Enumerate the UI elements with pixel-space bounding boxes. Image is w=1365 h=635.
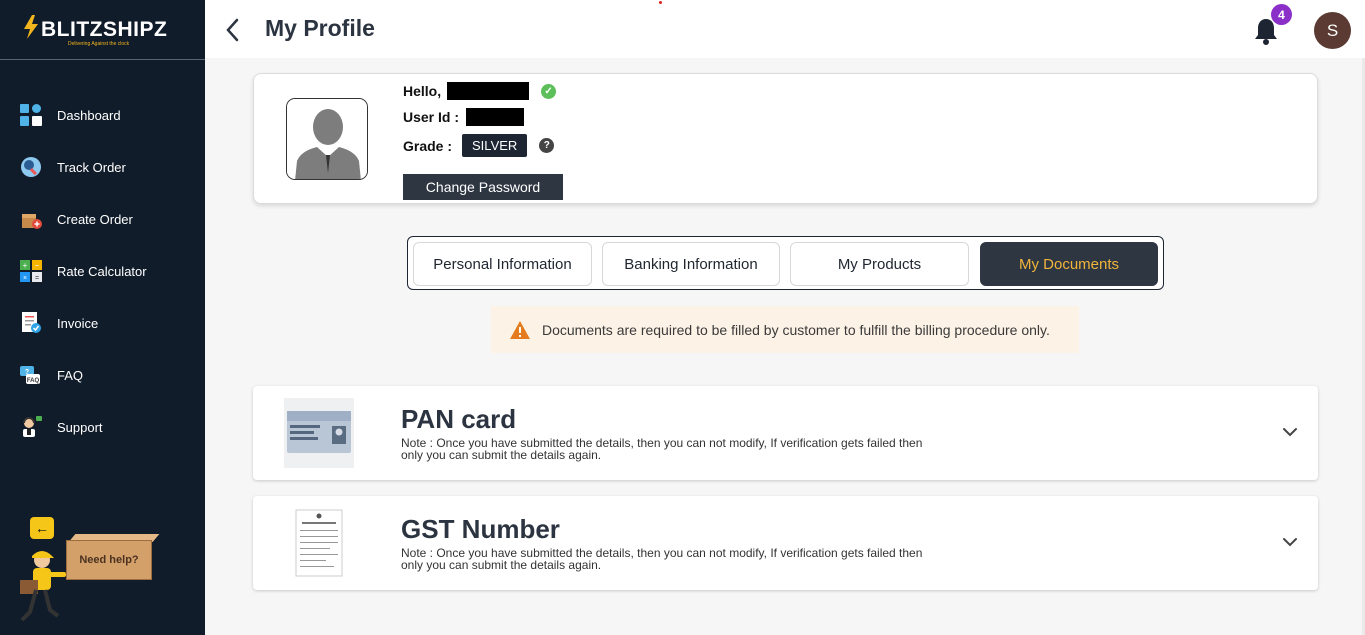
document-note: Note : Once you have submitted the detai… bbox=[401, 436, 923, 462]
document-title: PAN card bbox=[401, 404, 517, 434]
sidebar-item-label: Create Order bbox=[57, 211, 133, 227]
document-title: GST Number bbox=[401, 514, 560, 544]
indicator-dot bbox=[659, 1, 662, 4]
sidebar-item-label: Support bbox=[57, 419, 103, 435]
sidebar-item-support[interactable]: Support bbox=[0, 401, 205, 453]
faq-icon: ? FAQ bbox=[20, 364, 42, 386]
courier-mascot-icon bbox=[20, 551, 66, 622]
gst-number-accordion[interactable]: GST Number Note : Once you have submitte… bbox=[253, 496, 1318, 590]
warning-icon bbox=[510, 320, 530, 339]
user-avatar[interactable]: S bbox=[1314, 12, 1351, 49]
page-title: My Profile bbox=[265, 15, 375, 41]
invoice-icon bbox=[20, 312, 42, 334]
sidebar-nav: Dashboard Track Order Create Order + − × = … bbox=[0, 89, 205, 453]
bolt-logo-icon bbox=[22, 14, 40, 45]
tab-personal-information[interactable]: Personal Information bbox=[413, 242, 592, 286]
chevron-down-icon[interactable] bbox=[1280, 534, 1300, 550]
tab-my-products[interactable]: My Products bbox=[790, 242, 969, 286]
svg-text:=: = bbox=[35, 275, 39, 282]
sidebar-item-faq[interactable]: ? FAQ FAQ bbox=[0, 349, 205, 401]
chevron-down-icon[interactable] bbox=[1280, 424, 1300, 440]
track-order-icon bbox=[20, 156, 42, 178]
create-order-icon bbox=[20, 208, 42, 230]
tab-banking-information[interactable]: Banking Information bbox=[602, 242, 780, 286]
alert-text: Documents are required to be filled by c… bbox=[542, 321, 1050, 338]
user-silhouette-icon bbox=[287, 99, 367, 179]
dashboard-icon bbox=[20, 104, 42, 126]
tab-my-documents[interactable]: My Documents bbox=[980, 242, 1158, 286]
sidebar-item-label: Track Order bbox=[57, 159, 126, 175]
hello-label: Hello, bbox=[403, 83, 442, 99]
profile-photo[interactable] bbox=[286, 98, 368, 180]
collapse-sidebar-button[interactable]: ← bbox=[30, 517, 54, 539]
sidebar-item-invoice[interactable]: Invoice bbox=[0, 297, 205, 349]
user-id-row: User Id : bbox=[403, 108, 525, 126]
document-note: Note : Once you have submitted the detai… bbox=[401, 546, 923, 572]
sidebar-item-label: Rate Calculator bbox=[57, 263, 147, 279]
grade-help-icon[interactable]: ? bbox=[539, 138, 555, 153]
support-icon bbox=[20, 416, 42, 438]
gst-certificate-thumbnail-icon bbox=[284, 508, 354, 578]
sidebar-item-create-order[interactable]: Create Order bbox=[0, 193, 205, 245]
sidebar: BLITZSHIPZ Delivering Against the clock … bbox=[0, 0, 205, 635]
grade-row: Grade : SILVER ? bbox=[403, 134, 555, 157]
redacted-user-name bbox=[447, 82, 530, 100]
verified-check-icon: ✓ bbox=[541, 83, 557, 99]
sidebar-item-label: Dashboard bbox=[57, 107, 121, 123]
user-id-label: User Id : bbox=[403, 109, 460, 125]
rate-calculator-icon: + − × = bbox=[20, 260, 42, 282]
brand-tagline: Delivering Against the clock bbox=[68, 41, 130, 47]
svg-text:×: × bbox=[23, 275, 27, 282]
grade-label: Grade : bbox=[403, 137, 453, 154]
back-arrow-icon[interactable] bbox=[223, 16, 243, 44]
sidebar-item-track-order[interactable]: Track Order bbox=[0, 141, 205, 193]
sidebar-item-label: FAQ bbox=[57, 367, 84, 383]
svg-text:FAQ: FAQ bbox=[27, 378, 40, 384]
sidebar-item-rate-calculator[interactable]: + − × = Rate Calculator bbox=[0, 245, 205, 297]
brand-name: BLITZSHIPZ bbox=[41, 17, 168, 41]
svg-text:−: − bbox=[35, 261, 40, 270]
top-header: My Profile 4 S bbox=[205, 0, 1365, 58]
profile-card: Hello, ✓ User Id : Grade : SILVER ? Chan… bbox=[253, 73, 1318, 204]
profile-tabs: Personal Information Banking Information… bbox=[407, 236, 1164, 290]
sidebar-item-dashboard[interactable]: Dashboard bbox=[0, 89, 205, 141]
svg-text:+: + bbox=[23, 261, 28, 270]
pan-card-thumbnail-icon bbox=[284, 398, 354, 468]
sidebar-item-label: Invoice bbox=[57, 315, 99, 331]
documents-alert: Documents are required to be filled by c… bbox=[491, 306, 1079, 353]
redacted-user-id bbox=[466, 108, 525, 126]
hello-row: Hello, ✓ bbox=[403, 82, 557, 100]
change-password-button[interactable]: Change Password bbox=[403, 174, 563, 200]
grade-badge: SILVER bbox=[462, 134, 528, 157]
pan-card-accordion[interactable]: PAN card Note : Once you have submitted … bbox=[253, 386, 1318, 480]
brand-logo[interactable]: BLITZSHIPZ Delivering Against the clock bbox=[0, 0, 205, 60]
notification-count-badge: 4 bbox=[1271, 4, 1292, 25]
need-help-button[interactable]: Need help? bbox=[66, 540, 152, 580]
